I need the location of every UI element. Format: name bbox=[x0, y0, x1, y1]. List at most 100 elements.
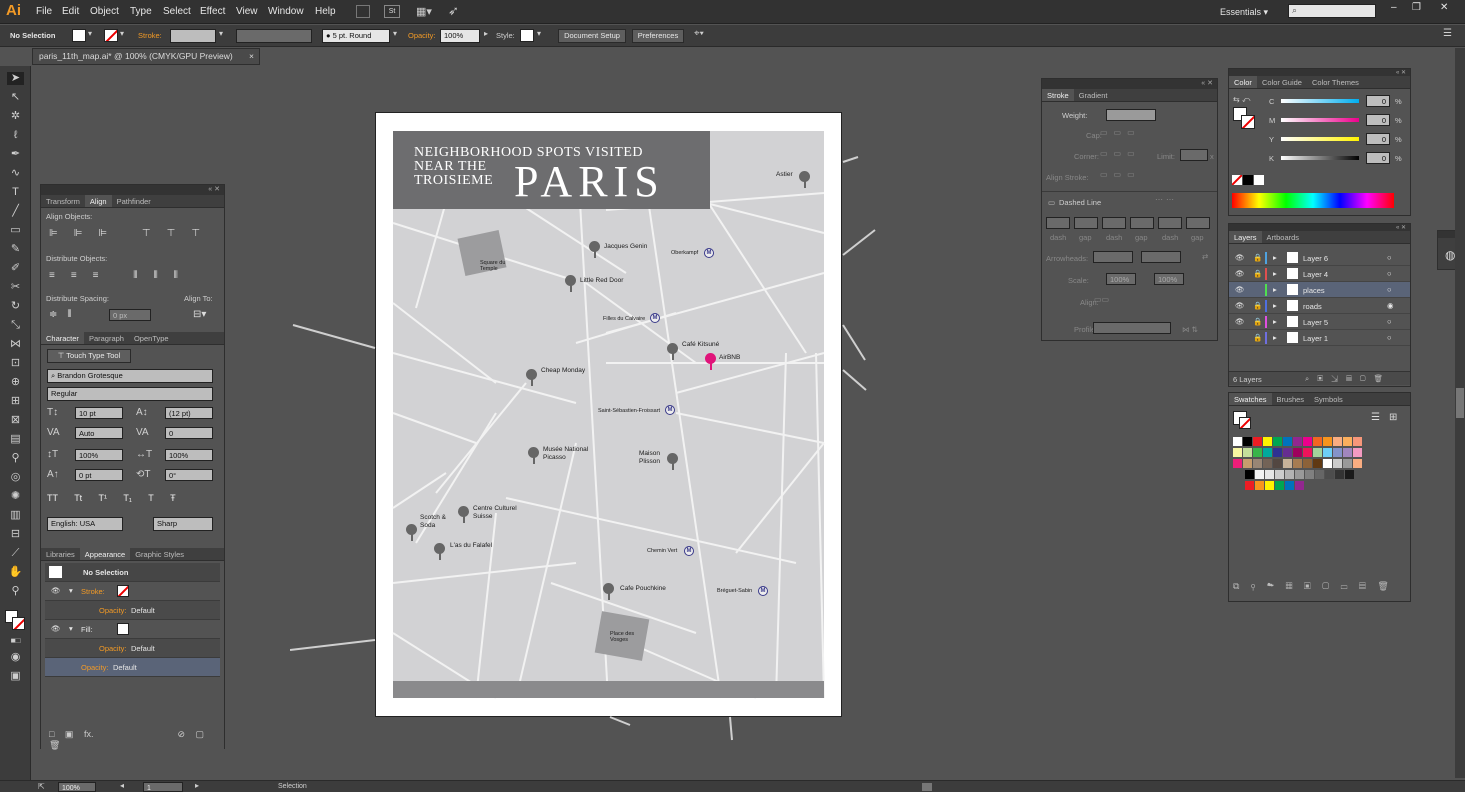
perspective-grid-tool-icon[interactable]: ⊞ bbox=[7, 395, 24, 408]
graphic-style-swatch[interactable] bbox=[520, 29, 534, 42]
opacity-label[interactable]: Opacity: bbox=[408, 31, 436, 40]
expand-triangle-icon[interactable]: ▸ bbox=[1273, 269, 1277, 278]
language-dropdown[interactable]: English: USA bbox=[47, 517, 123, 531]
slice-tool-icon[interactable]: ⟋ bbox=[7, 547, 24, 560]
color-swatch[interactable] bbox=[1243, 459, 1252, 468]
tab-character[interactable]: Character bbox=[41, 332, 84, 344]
swatches-footer-icons[interactable]: ⧉ ⚲ ☁ ▦ ▣ ▢ ▭ ▤ 🗑 bbox=[1233, 581, 1389, 592]
stroke-swatch[interactable] bbox=[104, 29, 118, 42]
expand-triangle-icon[interactable]: ▸ bbox=[1273, 317, 1277, 326]
width-tool-icon[interactable]: ⋈ bbox=[7, 338, 24, 351]
lock-icon[interactable]: 🔒 bbox=[1253, 269, 1262, 278]
minimize-button[interactable]: – bbox=[1391, 2, 1397, 13]
menu-file[interactable]: File bbox=[36, 6, 52, 17]
color-stroke-box[interactable] bbox=[1241, 115, 1255, 129]
zoom-field[interactable]: 100% bbox=[58, 782, 96, 792]
artboard-number-field[interactable]: 1 bbox=[143, 782, 183, 792]
color-swatch[interactable] bbox=[1293, 437, 1302, 446]
document-tab[interactable]: paris_11th_map.ai* @ 100% (CMYK/GPU Prev… bbox=[32, 48, 260, 65]
color-mode-icon[interactable]: ■□ bbox=[7, 634, 24, 647]
appearance-stroke-row[interactable]: 👁 ▾ Stroke: bbox=[45, 582, 220, 601]
tab-pathfinder[interactable]: Pathfinder bbox=[112, 195, 156, 207]
menu-edit[interactable]: Edit bbox=[62, 6, 79, 17]
color-swatch[interactable] bbox=[1273, 437, 1282, 446]
stroke-weight-field[interactable] bbox=[170, 29, 216, 43]
color-swatch[interactable] bbox=[1255, 481, 1264, 490]
color-swatch[interactable] bbox=[1265, 481, 1274, 490]
gap-field[interactable] bbox=[1186, 217, 1210, 229]
curvature-tool-icon[interactable]: ∿ bbox=[7, 167, 24, 180]
color-swatch[interactable] bbox=[1305, 470, 1314, 479]
color-swatch[interactable] bbox=[1295, 481, 1304, 490]
stroke-dropdown-icon[interactable]: ▾ bbox=[120, 29, 124, 38]
tab-color-guide[interactable]: Color Guide bbox=[1257, 76, 1307, 88]
layer-row[interactable]: 👁 🔒 ▸ Layer 5 ○ bbox=[1229, 314, 1410, 330]
align-stroke-buttons[interactable]: ▭▭▭ bbox=[1100, 170, 1160, 182]
color-swatch[interactable] bbox=[1315, 470, 1324, 479]
profile-dropdown[interactable] bbox=[1093, 322, 1171, 334]
visibility-eye-icon[interactable]: 👁 bbox=[1235, 269, 1245, 278]
blend-tool-icon[interactable]: ◎ bbox=[7, 471, 24, 484]
color-swatch[interactable] bbox=[1253, 459, 1262, 468]
tab-align[interactable]: Align bbox=[84, 195, 112, 207]
appearance-stroke-opacity-row[interactable]: Opacity: Default bbox=[45, 601, 220, 620]
small-caps-button[interactable]: Tt bbox=[74, 493, 82, 503]
style-dropdown-icon[interactable]: ▾ bbox=[537, 29, 541, 38]
color-swatch[interactable] bbox=[1323, 448, 1332, 457]
color-swatch[interactable] bbox=[1303, 459, 1312, 468]
channel-y-field[interactable]: 0 bbox=[1366, 133, 1390, 145]
tab-opentype[interactable]: OpenType bbox=[129, 332, 174, 344]
shaper-tool-icon[interactable]: ✐ bbox=[7, 262, 24, 275]
stroke-attribute-label[interactable]: Stroke: bbox=[81, 587, 105, 596]
dash-field[interactable] bbox=[1046, 217, 1070, 229]
next-artboard-icon[interactable]: ▸ bbox=[195, 781, 199, 790]
color-swatch[interactable] bbox=[1233, 459, 1242, 468]
color-swatch[interactable] bbox=[1333, 459, 1342, 468]
artboard-tool-icon[interactable]: ⊟ bbox=[7, 528, 24, 541]
appearance-footer-icons[interactable]: □ ▣ fx. ⊘ ▢ 🗑 bbox=[49, 729, 224, 751]
layers-footer-icons[interactable]: ⌕ ▣ ⇲ ▤ ▢ 🗑 bbox=[1305, 374, 1383, 384]
type-tool-icon[interactable]: T bbox=[7, 186, 24, 199]
preferences-button[interactable]: Preferences bbox=[632, 29, 684, 43]
visibility-eye-icon[interactable]: 👁 bbox=[1235, 301, 1245, 310]
color-swatch[interactable] bbox=[1245, 481, 1254, 490]
color-swatch[interactable] bbox=[1303, 448, 1312, 457]
gap-field[interactable] bbox=[1074, 217, 1098, 229]
tab-color[interactable]: Color bbox=[1229, 76, 1257, 88]
color-swatch[interactable] bbox=[1263, 437, 1272, 446]
menu-help[interactable]: Help bbox=[315, 6, 336, 17]
swap-fill-stroke-icon[interactable]: ⇆ ⤺ bbox=[1233, 95, 1250, 105]
fill-opacity-label[interactable]: Opacity: bbox=[99, 644, 127, 653]
color-swatch[interactable] bbox=[1343, 437, 1352, 446]
all-caps-button[interactable]: TT bbox=[47, 493, 58, 503]
target-circle-icon[interactable]: ○ bbox=[1387, 317, 1392, 326]
expand-triangle-icon[interactable]: ▸ bbox=[1273, 253, 1277, 262]
appearance-fill-opacity-row[interactable]: Opacity: Default bbox=[45, 639, 220, 658]
visibility-eye-icon[interactable]: 👁 bbox=[1235, 317, 1245, 326]
end-scale-field[interactable]: 100% bbox=[1154, 273, 1184, 285]
expand-triangle-icon[interactable]: ▾ bbox=[69, 624, 73, 633]
tab-swatches[interactable]: Swatches bbox=[1229, 393, 1272, 405]
maximize-button[interactable]: ❐ bbox=[1412, 2, 1421, 13]
tab-artboards[interactable]: Artboards bbox=[1262, 231, 1305, 243]
rectangle-tool-icon[interactable]: ▭ bbox=[7, 224, 24, 237]
stock-icon[interactable]: St bbox=[384, 5, 400, 18]
tab-brushes[interactable]: Brushes bbox=[1272, 393, 1310, 405]
layer-row[interactable]: 🔒 ▸ Layer 1 ○ bbox=[1229, 330, 1410, 346]
vertical-scrollbar-thumb[interactable] bbox=[1456, 388, 1464, 418]
fill-swatch[interactable] bbox=[72, 29, 86, 42]
grid-view-icon[interactable]: ⊞ bbox=[1389, 412, 1397, 423]
flip-profile-icons[interactable]: ⋈ ⇅ bbox=[1182, 325, 1198, 334]
target-circle-icon[interactable]: ○ bbox=[1387, 253, 1392, 262]
layer-row-selected[interactable]: 👁 ▸ places ○ bbox=[1229, 282, 1410, 298]
none-swatch[interactable] bbox=[1232, 175, 1242, 185]
menu-effect[interactable]: Effect bbox=[200, 6, 225, 17]
touch-type-tool-button[interactable]: ⊤ Touch Type Tool bbox=[47, 349, 131, 363]
bridge-icon[interactable] bbox=[356, 5, 370, 18]
stroke-color-icon[interactable] bbox=[12, 617, 25, 630]
stroke-opacity-label[interactable]: Opacity: bbox=[99, 606, 127, 615]
tracking-field[interactable]: 0 bbox=[165, 427, 213, 439]
channel-m-slider[interactable] bbox=[1281, 118, 1359, 122]
color-swatch[interactable] bbox=[1265, 470, 1274, 479]
end-arrowhead-dropdown[interactable] bbox=[1141, 251, 1181, 263]
